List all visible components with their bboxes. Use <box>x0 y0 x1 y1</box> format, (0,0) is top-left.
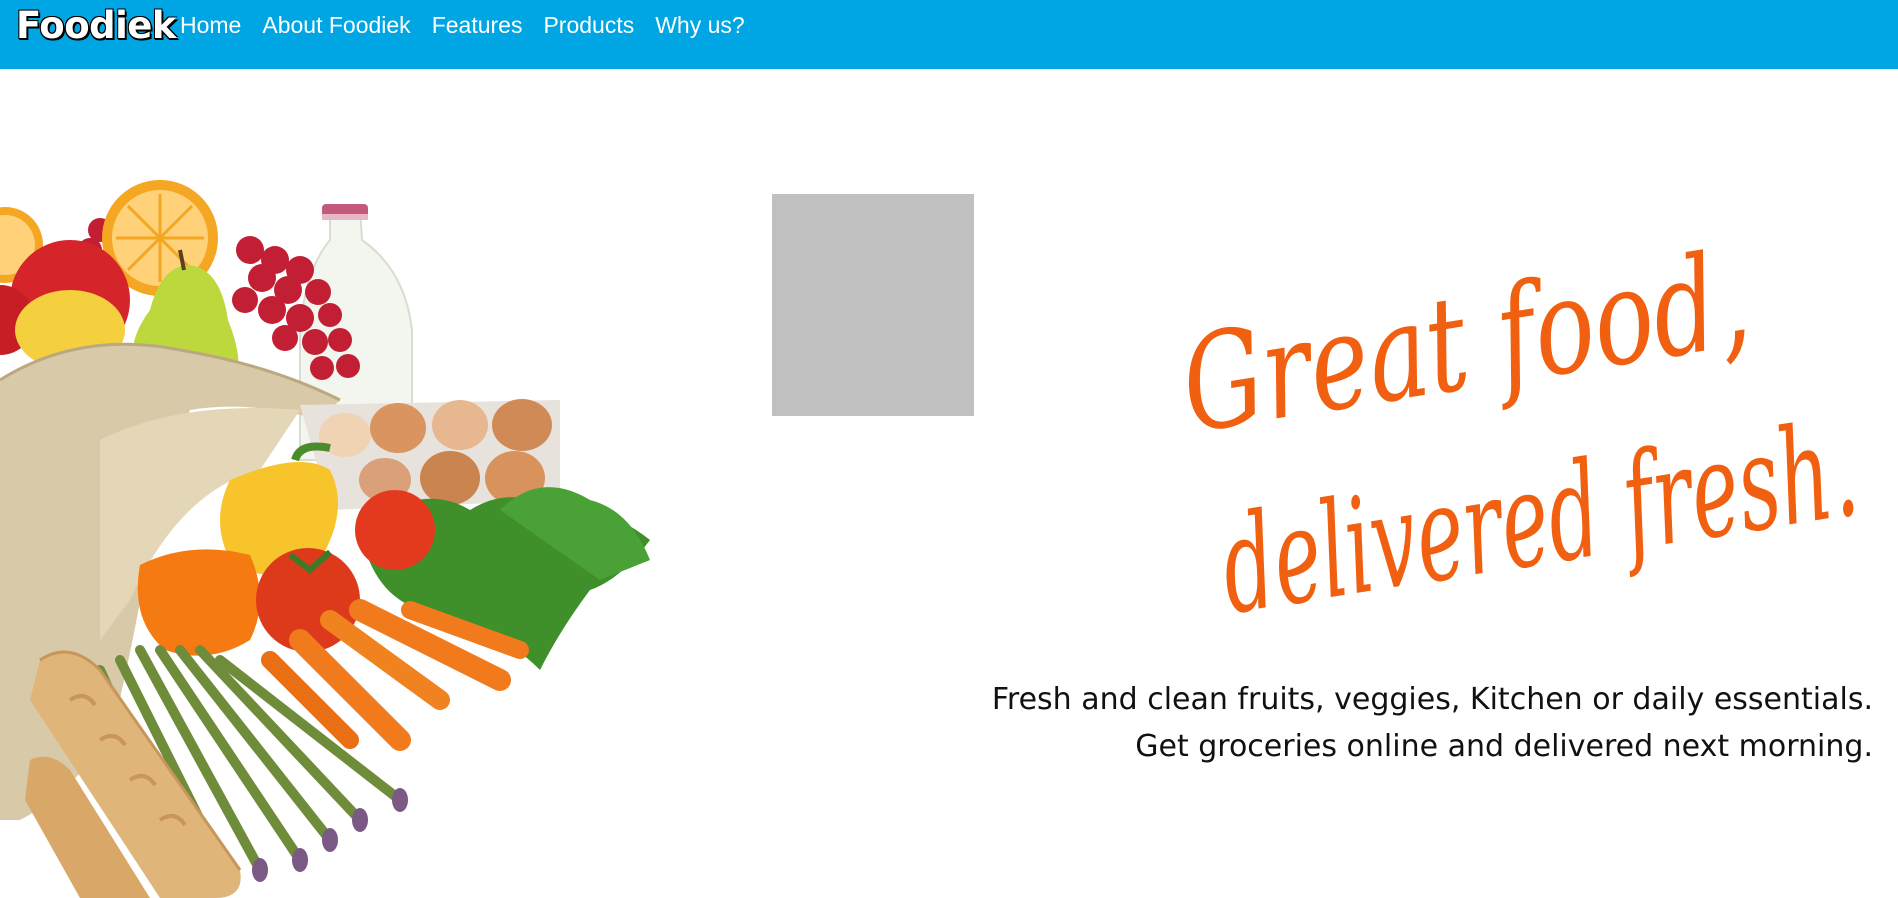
hero-tagline: Fresh and clean fruits, veggies, Kitchen… <box>973 676 1873 770</box>
top-navbar: Foodiek Home About Foodiek Features Prod… <box>0 0 1898 69</box>
nav-link-features[interactable]: Features <box>432 11 523 39</box>
nav-link-about[interactable]: About Foodiek <box>262 11 410 39</box>
groceries-image <box>0 180 650 898</box>
tagline-line-2: Get groceries online and delivered next … <box>1135 729 1873 764</box>
image-placeholder <box>772 194 974 416</box>
hero-headline: Great food, delivered fresh. <box>1172 222 1867 630</box>
tagline-line-1: Fresh and clean fruits, veggies, Kitchen… <box>991 682 1873 717</box>
nav-link-why-us[interactable]: Why us? <box>655 11 744 39</box>
nav-link-products[interactable]: Products <box>543 11 634 39</box>
nav-links: Home About Foodiek Features Products Why… <box>180 11 766 39</box>
brand-logo[interactable]: Foodiek <box>16 4 176 47</box>
nav-link-home[interactable]: Home <box>180 11 241 39</box>
